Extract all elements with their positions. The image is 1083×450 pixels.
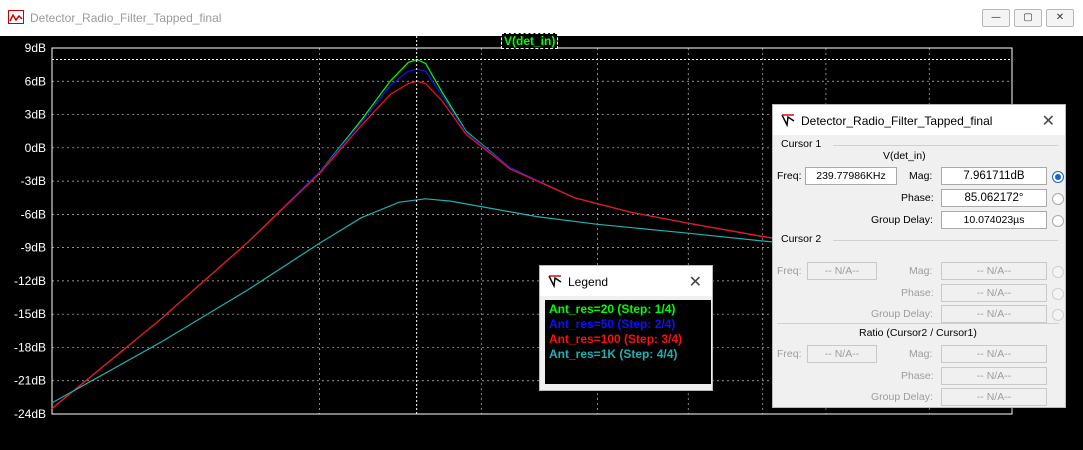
cursor1-group-delay-radio[interactable] xyxy=(1052,215,1064,227)
legend-item-ant-res-50[interactable]: Ant_res=50 (Step: 2/4) xyxy=(549,317,675,331)
series-line-4 xyxy=(51,198,864,404)
ltspice-icon xyxy=(548,274,562,289)
y-tick-label: -12dB xyxy=(14,274,46,288)
cursor1-mag-radio[interactable] xyxy=(1052,171,1064,183)
legend-close-button[interactable]: ✕ xyxy=(689,272,702,291)
y-tick-label: -24dB xyxy=(14,407,46,421)
cursor2-freq-label: Freq: xyxy=(777,265,802,277)
cursor2-label: Cursor 2 xyxy=(781,233,822,245)
legend-item-ant-res-100[interactable]: Ant_res=100 (Step: 3/4) xyxy=(549,332,682,346)
cursor2-mag-radio xyxy=(1052,266,1064,278)
ratio-freq-field: -- N/A-- xyxy=(807,345,877,363)
legend-titlebar: Legend ✕ xyxy=(540,266,712,296)
legend-item-ant-res-1k[interactable]: Ant_res=1K (Step: 4/4) xyxy=(549,347,677,361)
legend-panel[interactable]: Legend ✕ Ant_res=20 (Step: 1/4) Ant_res=… xyxy=(539,265,713,391)
window-titlebar: Detector_Radio_Filter_Tapped_final — ▢ ✕ xyxy=(0,0,1083,36)
y-tick-label: -15dB xyxy=(14,307,46,321)
cursor1-group-delay-field[interactable]: 10.074023µs xyxy=(941,211,1047,229)
series-line-3 xyxy=(51,80,864,409)
cursor2-phase-field: -- N/A-- xyxy=(941,284,1047,302)
ratio-label: Ratio (Cursor2 / Cursor1) xyxy=(859,327,977,339)
legend-list: Ant_res=20 (Step: 1/4) Ant_res=50 (Step:… xyxy=(545,300,711,384)
cursor2-phase-radio xyxy=(1052,288,1064,300)
ratio-phase-field: -- N/A-- xyxy=(941,367,1047,385)
cursor1-phase-field[interactable]: 85.062172° xyxy=(941,189,1047,207)
y-tick-label: 0dB xyxy=(25,141,46,155)
cursor2-mag-label: Mag: xyxy=(909,265,933,277)
cursor-panel[interactable]: Detector_Radio_Filter_Tapped_final ✕ Cur… xyxy=(772,104,1066,408)
cursor1-phase-label: Phase: xyxy=(901,192,934,204)
cursor2-divider xyxy=(833,240,1058,241)
minimize-button[interactable]: — xyxy=(982,9,1010,27)
y-tick-label: 9dB xyxy=(25,41,46,55)
cursor1-freq-label: Freq: xyxy=(777,170,802,182)
legend-item-ant-res-20[interactable]: Ant_res=20 (Step: 1/4) xyxy=(549,302,675,316)
maximize-button[interactable]: ▢ xyxy=(1014,9,1042,27)
ratio-mag-field: -- N/A-- xyxy=(941,345,1047,363)
waveform-app-icon xyxy=(8,10,24,24)
cursor2-group-delay-label: Group Delay: xyxy=(871,308,933,320)
cursor1-label: Cursor 1 xyxy=(781,138,822,150)
ratio-mag-label: Mag: xyxy=(909,348,933,360)
legend-title: Legend xyxy=(568,275,609,289)
window-title: Detector_Radio_Filter_Tapped_final xyxy=(30,11,222,25)
cursor-panel-close-button[interactable]: ✕ xyxy=(1042,111,1055,130)
cursor2-freq-field: -- N/A-- xyxy=(807,262,877,280)
ratio-divider xyxy=(777,323,1059,324)
cursor2-mag-field: -- N/A-- xyxy=(941,262,1047,280)
y-tick-label: -6dB xyxy=(21,207,46,221)
ltspice-icon xyxy=(781,113,795,128)
cursor1-group-delay-label: Group Delay: xyxy=(871,214,933,226)
ratio-freq-label: Freq: xyxy=(777,348,802,360)
y-tick-label: -9dB xyxy=(21,241,46,255)
cursor-panel-titlebar: Detector_Radio_Filter_Tapped_final ✕ xyxy=(773,105,1065,135)
series-line-1 xyxy=(51,58,864,409)
cursor1-trace-name: V(det_in) xyxy=(883,150,926,162)
cursor1-phase-radio[interactable] xyxy=(1052,193,1064,205)
y-tick-label: 3dB xyxy=(25,108,46,122)
trace-label[interactable]: V(det_in) xyxy=(501,33,559,49)
y-tick-label: 6dB xyxy=(25,74,46,88)
y-tick-label: -21dB xyxy=(14,374,46,388)
y-tick-label: -18dB xyxy=(14,340,46,354)
cursor1-divider xyxy=(833,145,1058,146)
cursor2-group-delay-radio xyxy=(1052,309,1064,321)
ratio-phase-label: Phase: xyxy=(901,370,934,382)
cursor1-freq-field[interactable]: 239.77986KHz xyxy=(805,167,897,185)
close-window-button[interactable]: ✕ xyxy=(1046,9,1074,27)
cursor2-phase-label: Phase: xyxy=(901,287,934,299)
cursor1-mag-label: Mag: xyxy=(909,170,933,182)
cursor1-mag-field[interactable]: 7.961711dB xyxy=(941,167,1047,185)
cursor2-group-delay-field: -- N/A-- xyxy=(941,305,1047,323)
ratio-group-delay-field: -- N/A-- xyxy=(941,388,1047,406)
ratio-group-delay-label: Group Delay: xyxy=(871,391,933,403)
x-axis-band xyxy=(0,426,1083,450)
cursor-panel-title: Detector_Radio_Filter_Tapped_final xyxy=(801,114,993,128)
y-tick-label: -3dB xyxy=(21,174,46,188)
